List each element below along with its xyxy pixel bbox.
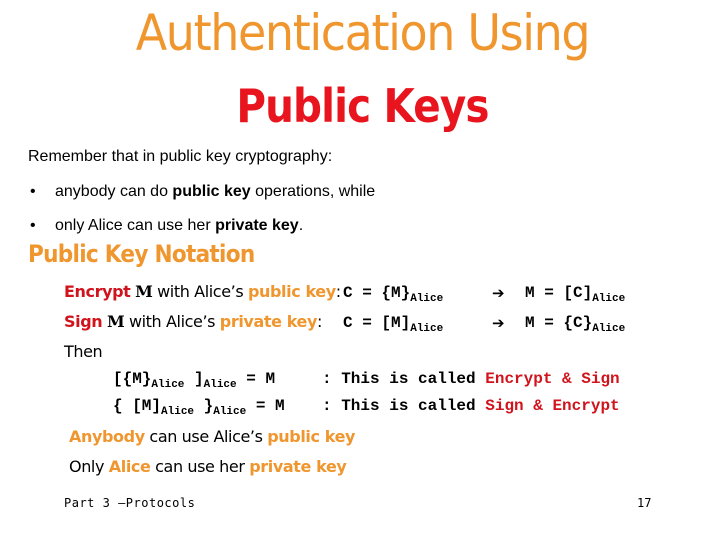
composition-open: [{M} — [113, 370, 152, 388]
slide-title-line2: Public Keys — [236, 79, 489, 133]
composition-desc: : This is called Encrypt & Sign — [322, 370, 620, 388]
composition-eq: = M — [236, 370, 276, 388]
formula-subscript: Alice — [410, 323, 444, 335]
composition-open: { [M] — [113, 397, 162, 415]
formula-subscript: Alice — [151, 379, 185, 391]
notation-encrypt-formula: C = {M}Alice — [343, 284, 443, 305]
notation-colon: : — [317, 312, 322, 331]
formula-subscript: Alice — [410, 293, 444, 305]
composition-desc-text: : This is called — [322, 397, 486, 415]
composition-close: } — [194, 397, 214, 415]
notation-encrypt-inverse: M = [C]Alice — [525, 284, 625, 305]
bullet-icon: • — [30, 217, 36, 234]
summary-highlight: Alice — [108, 457, 151, 476]
notation-mid: with Alice’s — [124, 312, 220, 331]
summary-pre: Only — [69, 457, 109, 476]
notation-sign-label: Sign M with Alice’s private key: — [64, 312, 322, 331]
bullet-text-pre: only Alice can use her — [55, 217, 216, 234]
slide-title-line1: Authentication Using — [135, 4, 591, 62]
summary-key: private key — [249, 457, 347, 476]
summary-highlight: Anybody — [69, 427, 145, 446]
composition-eq: = M — [246, 397, 285, 415]
page-number: 17 — [637, 496, 652, 510]
bullet-item: anybody can do public key operations, wh… — [55, 183, 375, 201]
composition-sign-encrypt: { [M]Alice }Alice = M — [113, 397, 285, 418]
composition-close: ] — [184, 370, 204, 388]
notation-colon: : — [335, 282, 341, 301]
summary-line-1: Anybody can use Alice’s public key — [69, 427, 355, 446]
notation-mid: with Alice’s — [152, 282, 248, 301]
bullet-text-post: . — [298, 217, 304, 234]
formula-subscript: Alice — [213, 406, 247, 418]
composition-encrypt-sign: [{M}Alice ]Alice = M — [113, 370, 275, 391]
summary-text: can use Alice’s — [144, 427, 268, 446]
right-arrow-icon: ➔ — [492, 314, 505, 332]
notation-sign-inverse: M = {C}Alice — [525, 314, 625, 335]
notation-key: private key — [219, 312, 318, 331]
summary-key: public key — [267, 427, 356, 446]
notation-encrypt-label: Encrypt M with Alice’s public key: — [64, 282, 341, 301]
formula-rhs: M = [C] — [525, 284, 593, 302]
formula-subscript: Alice — [203, 379, 237, 391]
notation-message: M — [106, 312, 125, 331]
footer-section-label: Part 3 —Protocols — [64, 496, 196, 510]
formula-rhs: M = {C} — [525, 314, 593, 332]
notation-sign-formula: C = [M]Alice — [343, 314, 443, 335]
bullet-text-bold: private key — [215, 217, 299, 234]
notation-message: M — [135, 282, 153, 301]
formula-subscript: Alice — [161, 406, 195, 418]
bullet-text-post: operations, while — [250, 183, 376, 200]
bullet-text-bold: public key — [172, 183, 251, 200]
composition-name: Encrypt & Sign — [485, 370, 620, 388]
notation-verb: Encrypt — [64, 282, 131, 301]
formula-subscript: Alice — [592, 293, 626, 305]
composition-desc: : This is called Sign & Encrypt — [322, 397, 620, 415]
bullet-icon: • — [30, 183, 36, 200]
bullet-text-pre: anybody can do — [55, 183, 173, 200]
notation-key: public key — [247, 282, 336, 301]
notation-verb: Sign — [64, 312, 103, 331]
summary-line-2: Only Alice can use her private key — [69, 457, 347, 476]
formula-lhs: C = {M} — [343, 284, 411, 302]
formula-lhs: C = [M] — [343, 314, 411, 332]
composition-name: Sign & Encrypt — [485, 397, 620, 415]
section-heading: Public Key Notation — [28, 240, 255, 268]
summary-text: can use her — [150, 457, 250, 476]
bullet-item: only Alice can use her private key. — [55, 217, 303, 235]
intro-text: Remember that in public key cryptography… — [28, 148, 333, 165]
composition-desc-text: : This is called — [322, 370, 486, 388]
then-label: Then — [64, 342, 103, 361]
right-arrow-icon: ➔ — [492, 284, 505, 302]
formula-subscript: Alice — [592, 323, 626, 335]
